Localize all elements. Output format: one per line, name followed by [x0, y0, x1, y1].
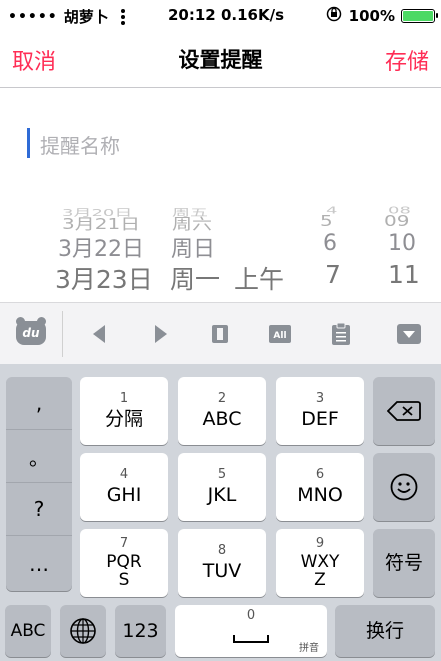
globe-key[interactable] — [60, 605, 106, 657]
backspace-key[interactable] — [373, 377, 435, 445]
key-number: 4 — [119, 467, 129, 482]
save-button[interactable]: 存储 — [385, 44, 429, 76]
status-right: 100% — [325, 6, 438, 26]
key-4[interactable]: 4 GHI — [80, 453, 168, 521]
picker-weekday: 周日 — [171, 237, 216, 262]
battery-percent: 100% — [348, 7, 395, 25]
more-vertical-icon — [120, 8, 125, 25]
cursor-left-icon[interactable] — [86, 321, 112, 347]
space-key[interactable]: 0 拼音 — [175, 605, 327, 657]
baidu-logo-icon[interactable]: du — [16, 317, 46, 345]
date-time-picker[interactable]: 3月20日 周五 4 08 3月21日 周六 5 09 3月22日 周日 6 1… — [0, 194, 441, 302]
signal-dots: ••••• — [8, 8, 58, 25]
key-number: 3 — [315, 391, 325, 406]
key-5[interactable]: 5 JKL — [178, 453, 266, 521]
picker-row-selected[interactable]: 3月23日 周一 上午 7 11 — [0, 260, 441, 294]
key-label: 换行 — [365, 620, 404, 642]
key-2[interactable]: 2 ABC — [178, 377, 266, 445]
question-key[interactable]: ? — [6, 483, 72, 536]
select-all-label: All — [273, 331, 286, 341]
key-6[interactable]: 6 MNO — [276, 453, 364, 521]
period-key[interactable]: 。 — [6, 430, 72, 483]
key-9[interactable]: 9 WXY Z — [276, 529, 364, 597]
picker-hour: 7 — [325, 260, 341, 289]
key-number: 5 — [217, 467, 227, 482]
key-number: 9 — [315, 536, 325, 551]
punctuation-column[interactable]: , 。 ? … — [6, 377, 72, 591]
key-label: 123 — [122, 620, 159, 642]
key-number: 6 — [315, 467, 325, 482]
clipboard-icon[interactable] — [328, 321, 354, 347]
keyboard: , 。 ? … 1 分隔 2 ABC 3 DEF 4 GHI 5 JKL 6 M… — [0, 364, 441, 661]
carrier-name: 胡萝卜 — [63, 8, 109, 26]
numeric-key[interactable]: 123 — [115, 605, 166, 657]
key-number: 7 — [119, 536, 129, 551]
pinyin-label: 拼音 — [299, 643, 319, 654]
picker-minute: 09 — [384, 211, 410, 230]
key-label: JKL — [207, 484, 237, 506]
copy-icon[interactable] — [207, 321, 233, 347]
picker-row[interactable]: 3月22日 周日 6 10 — [0, 231, 441, 262]
picker-hour: 6 — [323, 231, 337, 256]
toolbar-divider — [62, 311, 63, 357]
key-number: 8 — [217, 543, 227, 558]
ellipsis-key[interactable]: … — [6, 536, 72, 591]
page-title: 设置提醒 — [178, 48, 263, 72]
key-label: ABC — [10, 621, 46, 641]
select-all-icon[interactable]: All — [267, 321, 293, 347]
abc-key[interactable]: ABC — [5, 605, 51, 657]
picker-ampm: 上午 — [234, 265, 285, 294]
text-caret — [27, 128, 30, 158]
picker-minute: 10 — [388, 231, 416, 256]
reminder-name-placeholder: 提醒名称 — [40, 134, 120, 158]
status-left: ••••• 胡萝卜 — [8, 6, 125, 27]
key-label: 符号 — [384, 552, 423, 574]
key-7[interactable]: 7 PQR S — [80, 529, 168, 597]
rotation-lock-icon — [325, 6, 343, 26]
picker-date: 3月23日 — [55, 265, 153, 294]
key-8[interactable]: 8 TUV — [178, 529, 266, 597]
key-label: GHI — [106, 484, 142, 506]
emoji-key[interactable] — [373, 453, 435, 521]
status-bar: ••••• 胡萝卜 20:12 0.16K/s 100% — [0, 0, 441, 30]
enter-key[interactable]: 换行 — [335, 605, 435, 657]
key-number: 0 — [246, 608, 256, 623]
keyboard-toolbar: du All — [0, 302, 441, 364]
key-label: TUV — [202, 560, 242, 582]
key-1[interactable]: 1 分隔 — [80, 377, 168, 445]
battery-icon — [401, 9, 438, 23]
picker-minute: 11 — [388, 260, 420, 289]
key-3[interactable]: 3 DEF — [276, 377, 364, 445]
space-icon — [233, 635, 269, 643]
hide-keyboard-icon[interactable] — [396, 321, 422, 347]
picker-hour: 5 — [320, 211, 333, 230]
key-label: WXY Z — [300, 552, 340, 590]
picker-weekday: 周一 — [170, 265, 221, 294]
key-number: 1 — [119, 391, 129, 406]
key-label: 分隔 — [104, 408, 143, 430]
key-label: PQR S — [106, 552, 142, 590]
smiley-icon — [390, 473, 418, 501]
key-number: 2 — [217, 391, 227, 406]
comma-key[interactable]: , — [6, 377, 72, 430]
globe-icon — [70, 618, 96, 644]
cursor-right-icon[interactable] — [148, 321, 174, 347]
backspace-icon — [387, 401, 421, 421]
key-label: MNO — [297, 484, 343, 506]
symbol-key[interactable]: 符号 — [373, 529, 435, 597]
key-label: ABC — [202, 408, 242, 430]
key-label: DEF — [301, 408, 339, 430]
status-time: 20:12 0.16K/s — [168, 6, 285, 24]
navigation-bar: 取消 设置提醒 存储 — [0, 30, 441, 88]
picker-date: 3月22日 — [58, 237, 144, 262]
